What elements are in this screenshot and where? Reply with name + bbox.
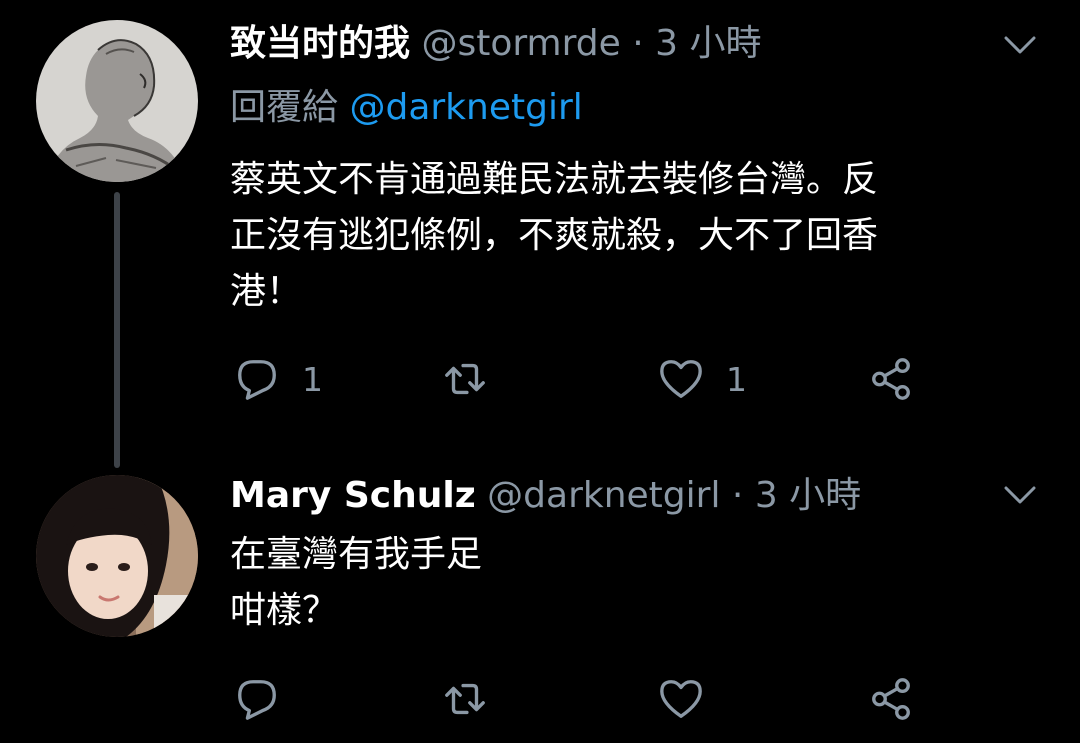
tweet-text-line: 港！ bbox=[230, 271, 303, 312]
heart-icon bbox=[660, 680, 702, 718]
chevron-down-icon bbox=[1004, 486, 1036, 504]
avatar[interactable] bbox=[36, 20, 198, 182]
like-button[interactable] bbox=[658, 674, 726, 724]
timestamp[interactable]: 3 小時 bbox=[655, 23, 761, 64]
thread-line bbox=[114, 192, 120, 468]
tweet-actions: 1 1 bbox=[230, 354, 930, 404]
separator-dot: · bbox=[632, 23, 644, 64]
tweet-text: 在臺灣有我手足 咁樣？ bbox=[230, 527, 1020, 639]
tweet-text: 蔡英文不肯通過難民法就去裝修台灣。反 正沒有逃犯條例，不爽就殺，大不了回香 港！ bbox=[230, 152, 1020, 320]
like-button[interactable]: 1 bbox=[658, 354, 747, 404]
reply-icon bbox=[238, 680, 276, 720]
tweet-text-line: 咁樣？ bbox=[230, 590, 339, 631]
tweet-header: 致当时的我 @stormrde · 3 小時 bbox=[230, 22, 762, 66]
retweet-icon bbox=[445, 683, 485, 715]
share-button[interactable] bbox=[868, 674, 914, 724]
timestamp[interactable]: 3 小時 bbox=[755, 475, 861, 516]
retweet-button[interactable] bbox=[442, 674, 510, 724]
more-options-button[interactable] bbox=[1000, 480, 1040, 510]
tweet-text-line: 在臺灣有我手足 bbox=[230, 534, 483, 575]
author-handle[interactable]: @darknetgirl bbox=[487, 475, 720, 516]
tweet-text-line: 蔡英文不肯通過難民法就去裝修台灣。反 bbox=[230, 159, 879, 200]
author-name[interactable]: Mary Schulz bbox=[230, 475, 476, 516]
chevron-down-icon bbox=[1004, 36, 1036, 54]
reply-mention-link[interactable]: @darknetgirl bbox=[349, 87, 582, 128]
heart-icon bbox=[660, 360, 702, 398]
share-icon bbox=[872, 678, 910, 720]
share-icon bbox=[872, 358, 910, 400]
reply-button[interactable] bbox=[234, 674, 302, 724]
avatar-sketch-image bbox=[36, 20, 198, 182]
share-button[interactable] bbox=[868, 354, 914, 404]
reply-context: 回覆給 @darknetgirl bbox=[230, 86, 583, 130]
tweet-header: Mary Schulz @darknetgirl · 3 小時 bbox=[230, 474, 861, 518]
retweet-button[interactable] bbox=[442, 354, 510, 404]
tweet-text-line: 正沒有逃犯條例，不爽就殺，大不了回香 bbox=[230, 215, 879, 256]
reply-to-label: 回覆給 bbox=[230, 87, 339, 128]
separator-dot: · bbox=[731, 475, 744, 516]
author-name[interactable]: 致当时的我 bbox=[230, 23, 410, 64]
retweet-icon bbox=[445, 363, 485, 395]
avatar-photo-image bbox=[36, 475, 198, 637]
more-options-button[interactable] bbox=[1000, 30, 1040, 60]
reply-count: 1 bbox=[302, 359, 323, 399]
author-handle[interactable]: @stormrde bbox=[421, 23, 620, 64]
avatar[interactable] bbox=[36, 475, 198, 637]
tweet-actions bbox=[230, 674, 930, 724]
reply-icon bbox=[238, 360, 276, 400]
reply-button[interactable]: 1 bbox=[234, 354, 323, 404]
like-count: 1 bbox=[726, 359, 747, 399]
